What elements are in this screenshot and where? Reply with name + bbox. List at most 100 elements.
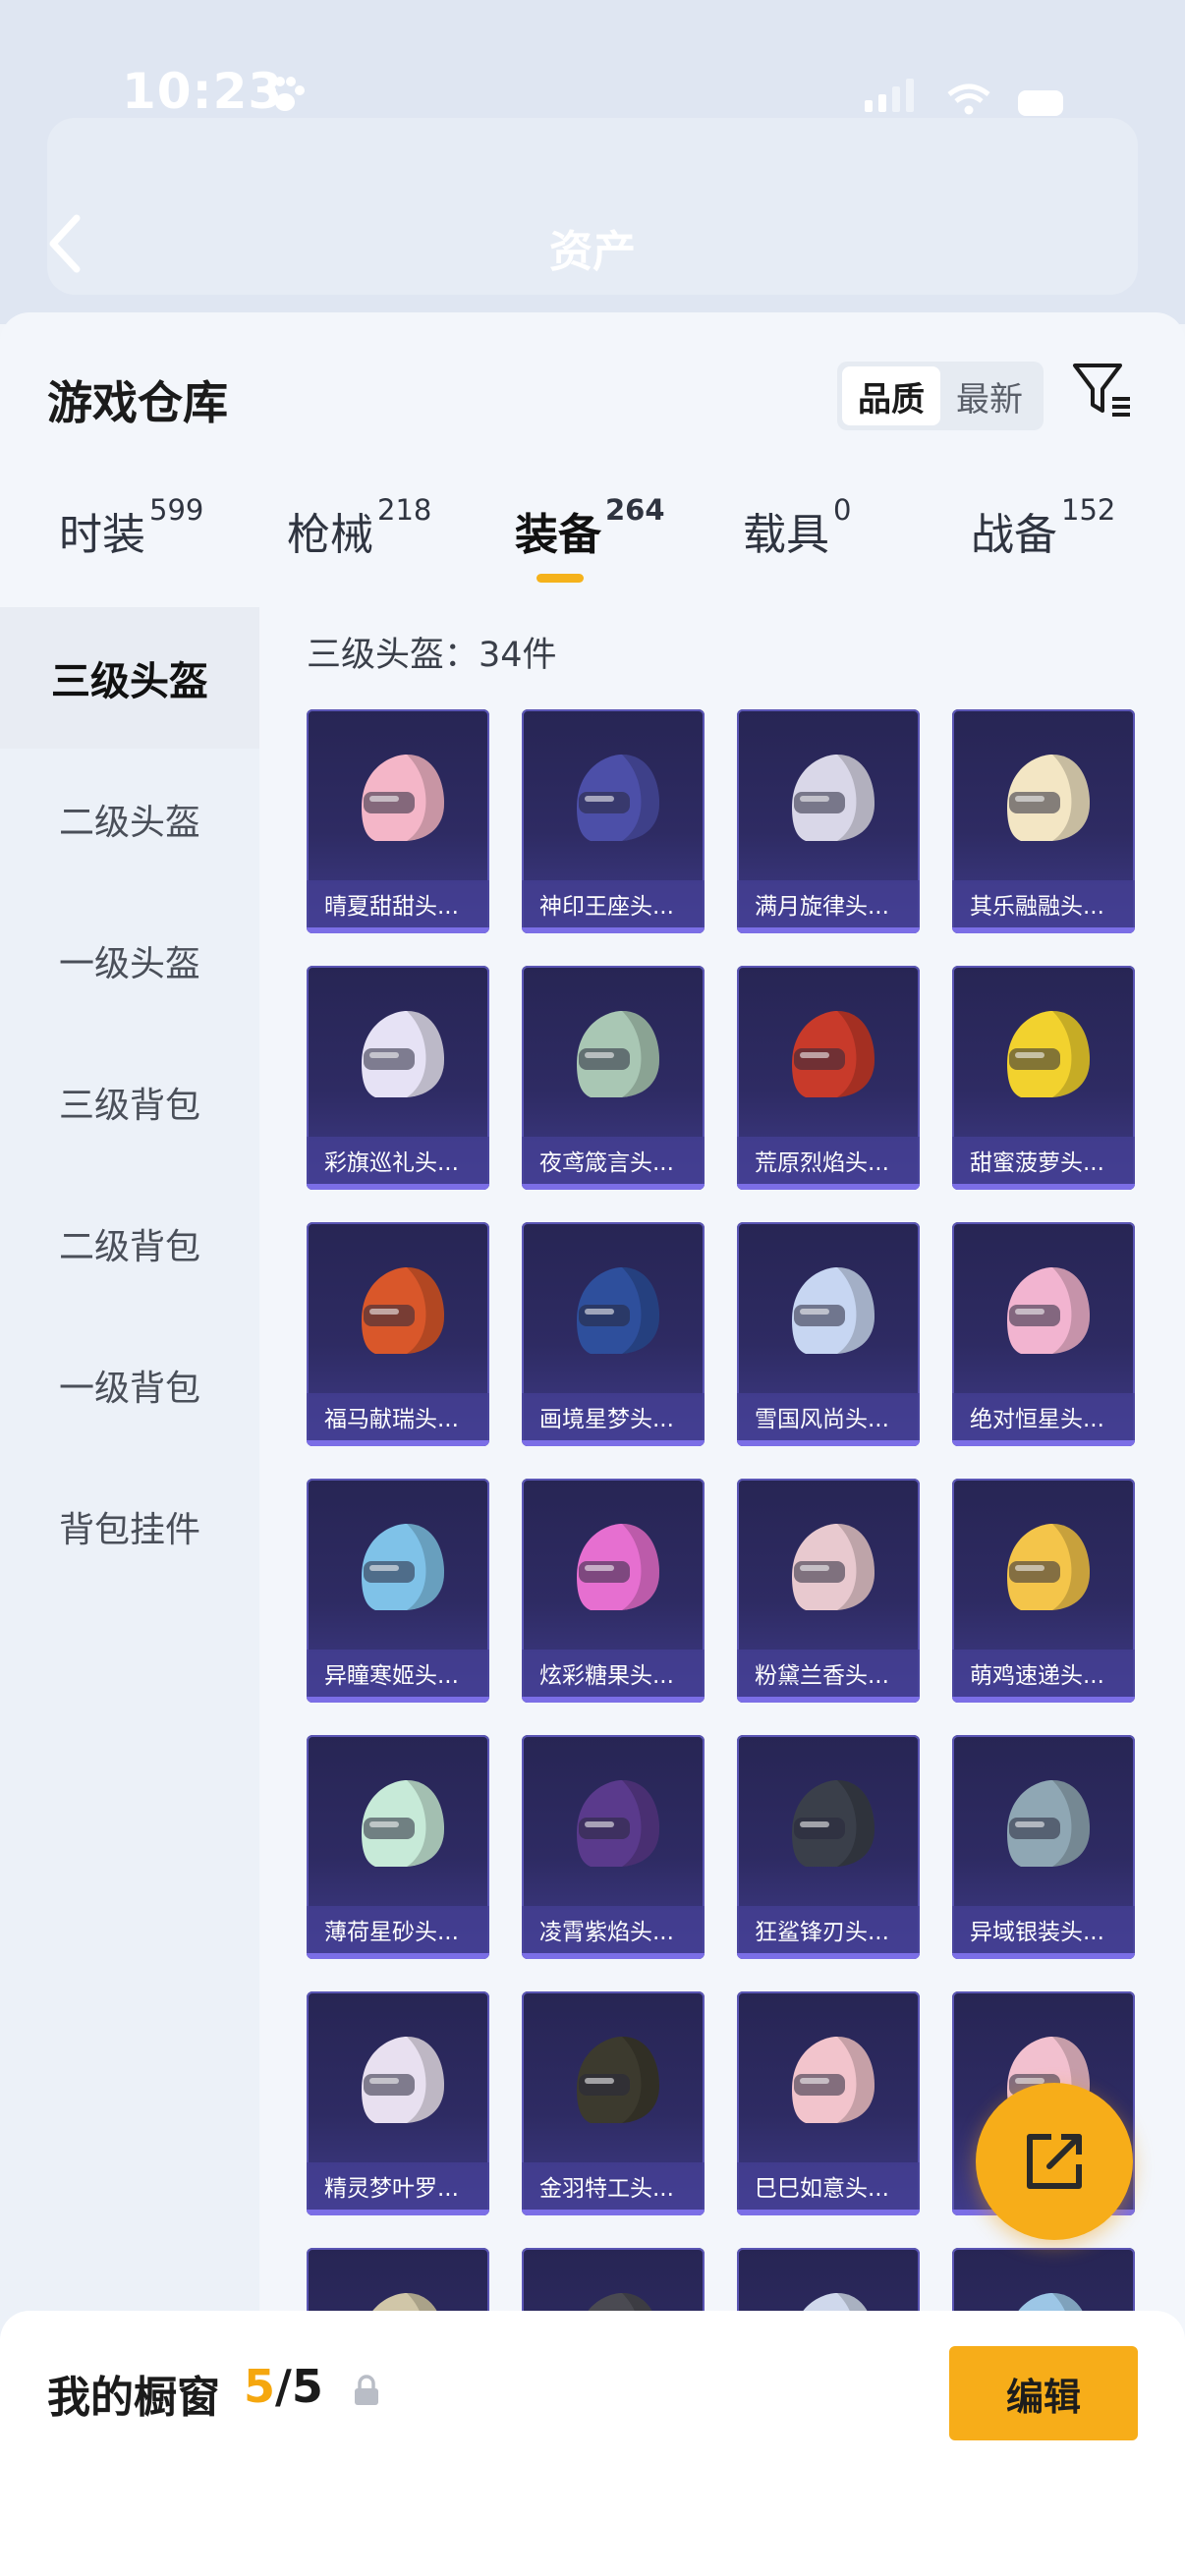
helmet-icon <box>1007 755 1090 841</box>
rarity-strip <box>307 1184 489 1190</box>
helmet-icon <box>792 1780 875 1867</box>
helmet-item-card[interactable]: 异瞳寒姬头... <box>307 1479 489 1703</box>
wifi-icon <box>947 84 990 115</box>
helmet-item-name: 异域银装头... <box>952 1906 1135 1953</box>
sidebar-item-level2-helmet[interactable]: 二级头盔 <box>0 749 259 890</box>
tab-count: 599 <box>149 493 204 527</box>
helmet-item-name: 炫彩糖果头... <box>522 1650 705 1697</box>
helmet-item-card[interactable]: 雪国风尚头... <box>737 1222 920 1446</box>
helmet-item-card[interactable]: 精灵梦叶罗... <box>307 1991 489 2215</box>
helmet-item-name: 其乐融融头... <box>952 880 1135 927</box>
helmet-item-card[interactable]: 满月旋律头... <box>737 709 920 933</box>
helmet-icon <box>1007 1780 1090 1867</box>
helmet-item-name: 萌鸡速递头... <box>952 1650 1135 1697</box>
tab-count: 218 <box>377 493 432 527</box>
sidebar-item-level2-backpack[interactable]: 二级背包 <box>0 1173 259 1315</box>
helmet-item-name: 异瞳寒姬头... <box>307 1650 489 1697</box>
rarity-strip <box>522 1697 705 1703</box>
helmet-item-card[interactable]: 凌霄紫焰头... <box>522 1735 705 1959</box>
showcase-count: 5/5 <box>244 2360 323 2413</box>
rarity-strip <box>522 927 705 933</box>
helmet-icon <box>577 755 659 841</box>
sidebar-item-level3-backpack[interactable]: 三级背包 <box>0 1032 259 1173</box>
rarity-strip <box>737 2210 920 2215</box>
helmet-item-card[interactable]: 彩旗巡礼头... <box>307 966 489 1190</box>
helmet-icon <box>362 1524 444 1610</box>
helmet-item-name: 金羽特工头... <box>522 2162 705 2210</box>
edit-button[interactable]: 编辑 <box>949 2346 1138 2440</box>
helmet-item-card[interactable]: 其乐融融头... <box>952 709 1135 933</box>
rarity-strip <box>307 2210 489 2215</box>
tab-vehicles[interactable]: 载具 0 <box>743 493 851 562</box>
sidebar-item-backpack-pendant[interactable]: 背包挂件 <box>0 1456 259 1597</box>
helmet-item-name: 凌霄紫焰头... <box>522 1906 705 1953</box>
helmet-icon <box>1007 1267 1090 1354</box>
helmet-item-card[interactable]: 巳巳如意头... <box>737 1991 920 2215</box>
helmet-item-card[interactable]: 晴夏甜甜头... <box>307 709 489 933</box>
sidebar-item-level1-backpack[interactable]: 一级背包 <box>0 1315 259 1456</box>
tab-label: 战备 <box>971 510 1057 560</box>
warehouse-sheet: 游戏仓库 品质 最新 时装 599 枪械 218 装备 264 载具 0 战备 152 三… <box>0 312 1185 2576</box>
helmet-item-name: 精灵梦叶罗... <box>307 2162 489 2210</box>
showcase-current: 5 <box>244 2360 276 2413</box>
helmet-item-name: 绝对恒星头... <box>952 1393 1135 1440</box>
helmet-item-name: 巳巳如意头... <box>737 2162 920 2210</box>
helmet-icon <box>792 1267 875 1354</box>
helmet-item-card[interactable]: 甜蜜菠萝头... <box>952 966 1135 1190</box>
sort-by-quality[interactable]: 品质 <box>842 366 940 425</box>
rarity-strip <box>737 927 920 933</box>
rarity-strip <box>952 1697 1135 1703</box>
sort-toggle: 品质 最新 <box>837 362 1044 430</box>
rarity-strip <box>737 1184 920 1190</box>
tab-count: 152 <box>1061 493 1116 527</box>
category-tabs: 时装 599 枪械 218 装备 264 载具 0 战备 152 <box>0 493 1185 607</box>
filter-icon[interactable] <box>1071 360 1134 422</box>
tab-label: 枪械 <box>287 510 373 560</box>
helmet-item-name: 福马献瑞头... <box>307 1393 489 1440</box>
sort-by-newest[interactable]: 最新 <box>940 366 1039 425</box>
helmet-icon <box>577 2037 659 2123</box>
helmet-item-card[interactable]: 荒原烈焰头... <box>737 966 920 1190</box>
tab-count: 0 <box>833 493 852 527</box>
helmet-item-card[interactable]: 福马献瑞头... <box>307 1222 489 1446</box>
tab-gear[interactable]: 战备 152 <box>971 493 1115 562</box>
rarity-strip <box>952 1184 1135 1190</box>
tab-equipment[interactable]: 装备 264 <box>515 493 665 562</box>
showcase-total: 5 <box>291 2360 323 2413</box>
helmet-icon <box>792 755 875 841</box>
helmet-item-card[interactable]: 炫彩糖果头... <box>522 1479 705 1703</box>
helmet-item-name: 雪国风尚头... <box>737 1393 920 1440</box>
rarity-strip <box>307 1440 489 1446</box>
helmet-icon <box>362 1780 444 1867</box>
helmet-item-name: 晴夏甜甜头... <box>307 880 489 927</box>
tab-weapons[interactable]: 枪械 218 <box>287 493 431 562</box>
helmet-icon <box>792 1524 875 1610</box>
helmet-item-card[interactable]: 萌鸡速递头... <box>952 1479 1135 1703</box>
helmet-item-card[interactable]: 绝对恒星头... <box>952 1222 1135 1446</box>
helmet-item-name: 彩旗巡礼头... <box>307 1137 489 1184</box>
helmet-item-card[interactable]: 神印王座头... <box>522 709 705 933</box>
sidebar-item-level1-helmet[interactable]: 一级头盔 <box>0 890 259 1032</box>
tab-fashion[interactable]: 时装 599 <box>59 493 203 562</box>
share-button[interactable] <box>976 2083 1133 2240</box>
helmet-item-card[interactable]: 金羽特工头... <box>522 1991 705 2215</box>
helmet-item-card[interactable]: 狂鲨锋刃头... <box>737 1735 920 1959</box>
rarity-strip <box>522 2210 705 2215</box>
helmet-item-card[interactable]: 粉黛兰香头... <box>737 1479 920 1703</box>
helmet-icon <box>792 1011 875 1097</box>
tab-label: 装备 <box>515 510 601 560</box>
helmet-icon <box>1007 1524 1090 1610</box>
rarity-strip <box>952 1953 1135 1959</box>
helmet-item-card[interactable]: 画境星梦头... <box>522 1222 705 1446</box>
helmet-item-name: 画境星梦头... <box>522 1393 705 1440</box>
battery-icon <box>1018 90 1063 116</box>
rarity-strip <box>522 1440 705 1446</box>
helmet-item-card[interactable]: 异域银装头... <box>952 1735 1135 1959</box>
rarity-strip <box>522 1953 705 1959</box>
helmet-icon <box>362 2037 444 2123</box>
rarity-strip <box>307 927 489 933</box>
sidebar-item-level3-helmet[interactable]: 三级头盔 <box>0 607 259 749</box>
helmet-item-card[interactable]: 夜鸢箴言头... <box>522 966 705 1190</box>
rarity-strip <box>737 1697 920 1703</box>
helmet-item-card[interactable]: 薄荷星砂头... <box>307 1735 489 1959</box>
